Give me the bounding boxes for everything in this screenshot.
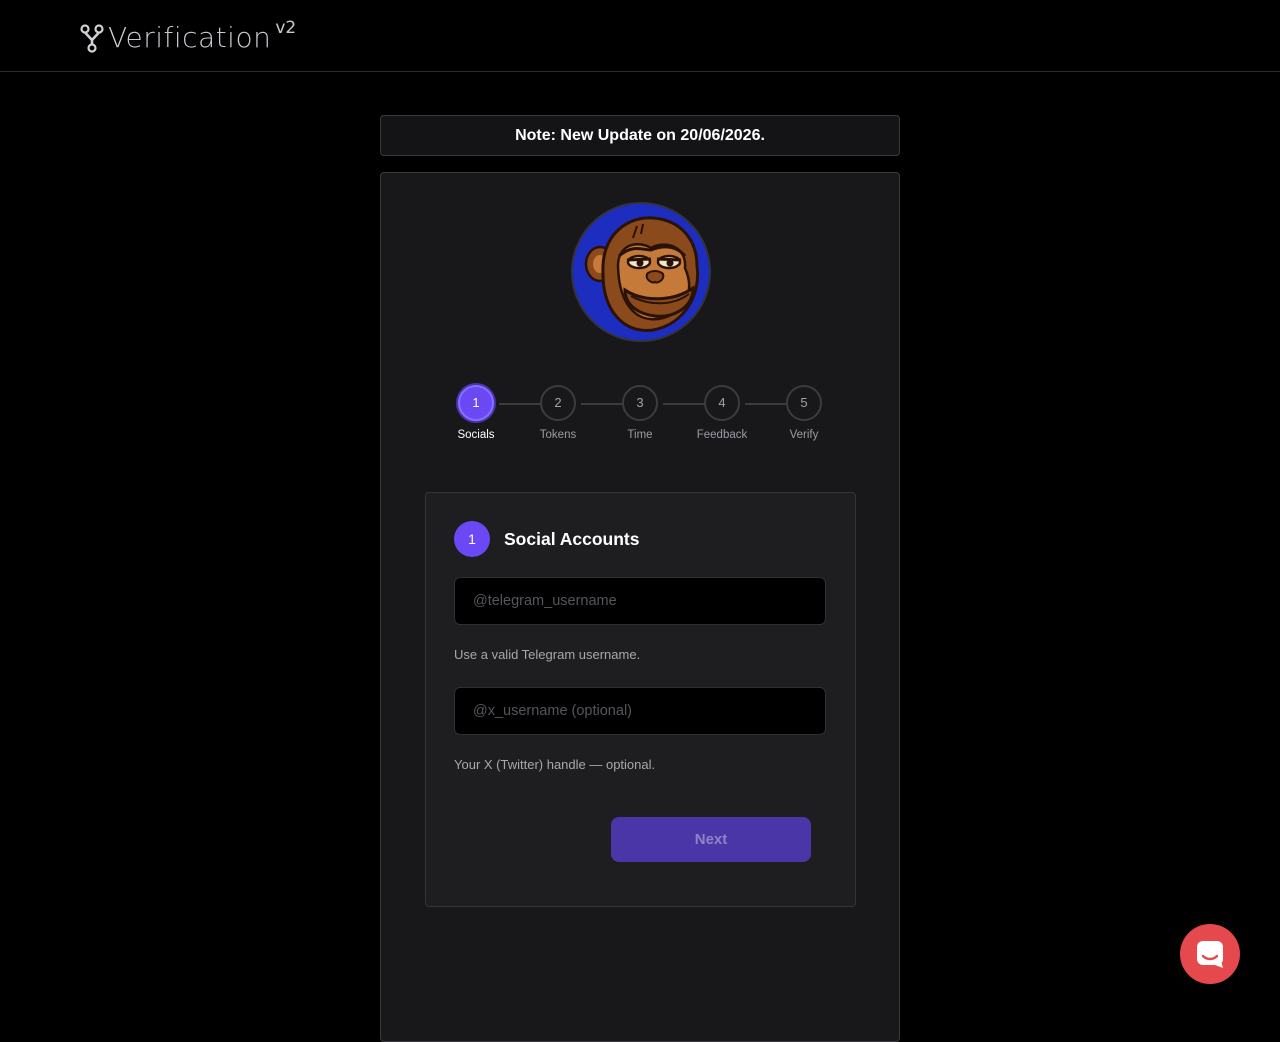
- progress-stepper: 1 Socials 2 Tokens 3 Time 4 Feedback 5 V…: [381, 385, 899, 455]
- top-bar: Verification v2: [0, 0, 1280, 72]
- step-label: Verify: [789, 429, 819, 441]
- social-accounts-card: 1 Social Accounts Use a valid Telegram u…: [425, 492, 856, 907]
- verification-panel: 1 Socials 2 Tokens 3 Time 4 Feedback 5 V…: [380, 172, 900, 1042]
- step-number: 4: [704, 385, 740, 421]
- ape-avatar-icon: [571, 202, 711, 342]
- x-username-input[interactable]: [454, 687, 826, 735]
- step-time[interactable]: 3 Time: [600, 385, 680, 441]
- step-number: 5: [786, 385, 822, 421]
- card-header: 1 Social Accounts: [454, 521, 640, 557]
- telegram-hint: Use a valid Telegram username.: [454, 647, 641, 662]
- step-label: Socials: [457, 429, 495, 441]
- step-feedback[interactable]: 4 Feedback: [682, 385, 762, 441]
- next-button[interactable]: Next: [611, 817, 811, 862]
- step-label: Time: [627, 429, 653, 441]
- step-number: 1: [458, 385, 494, 421]
- step-socials[interactable]: 1 Socials: [436, 385, 516, 441]
- chat-launcher-button[interactable]: [1180, 924, 1240, 984]
- step-number: 3: [622, 385, 658, 421]
- step-number: 2: [540, 385, 576, 421]
- brand-logo[interactable]: Verification v2: [80, 18, 297, 56]
- chat-bubble-icon: [1197, 941, 1223, 968]
- step-verify[interactable]: 5 Verify: [764, 385, 844, 441]
- step-label: Feedback: [696, 429, 748, 441]
- step-label: Tokens: [539, 429, 577, 441]
- x-handle-hint: Your X (Twitter) handle — optional.: [454, 757, 656, 772]
- card-title: Social Accounts: [504, 528, 640, 549]
- step-tokens[interactable]: 2 Tokens: [518, 385, 598, 441]
- card-step-badge: 1: [454, 521, 490, 557]
- brand-name: Verification: [108, 21, 272, 54]
- brand-version: v2: [275, 18, 297, 38]
- update-note: Note: New Update on 20/06/2026.: [380, 115, 900, 156]
- branch-logo-icon: [80, 24, 104, 53]
- telegram-username-input[interactable]: [454, 577, 826, 625]
